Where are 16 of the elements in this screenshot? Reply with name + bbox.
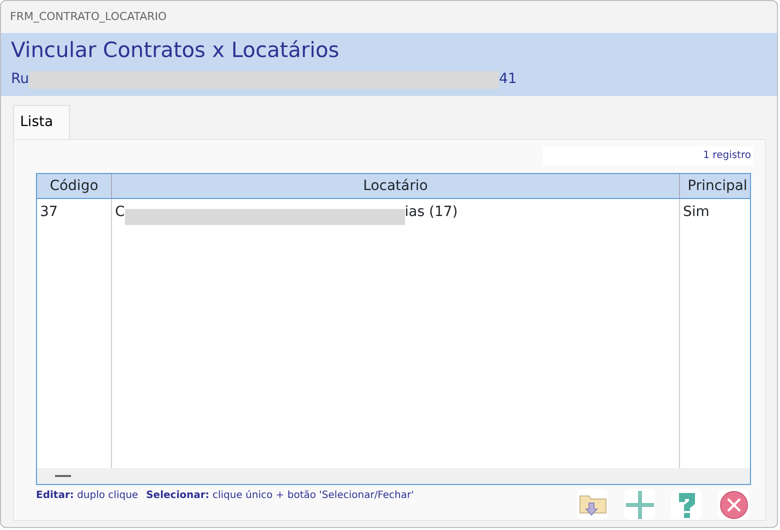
help-icon[interactable] — [671, 489, 702, 520]
column-header[interactable]: Código — [37, 174, 112, 198]
column-header[interactable]: Locatário — [112, 174, 680, 198]
form-title: Vincular Contratos x Locatários — [11, 37, 340, 64]
table-cell-text: Sim — [682, 203, 710, 222]
window-title: FRM_CONTRATO_LOCATARIO — [9, 9, 168, 25]
subtitle-text: Ru — [11, 70, 29, 89]
hint-text: Editar: duplo clique — [36, 489, 138, 503]
hint-text: Selecionar: clique único + botão 'Selecionar/Fechar' — [146, 489, 414, 503]
tab[interactable]: Lista — [13, 105, 70, 139]
subtitle-text: 41 — [498, 70, 517, 89]
plus-icon[interactable] — [624, 489, 655, 520]
column-header[interactable]: Principal — [680, 174, 755, 198]
close-icon[interactable] — [718, 489, 749, 520]
folder-down-icon[interactable] — [577, 489, 608, 520]
record-count: 1 registro — [543, 146, 753, 165]
